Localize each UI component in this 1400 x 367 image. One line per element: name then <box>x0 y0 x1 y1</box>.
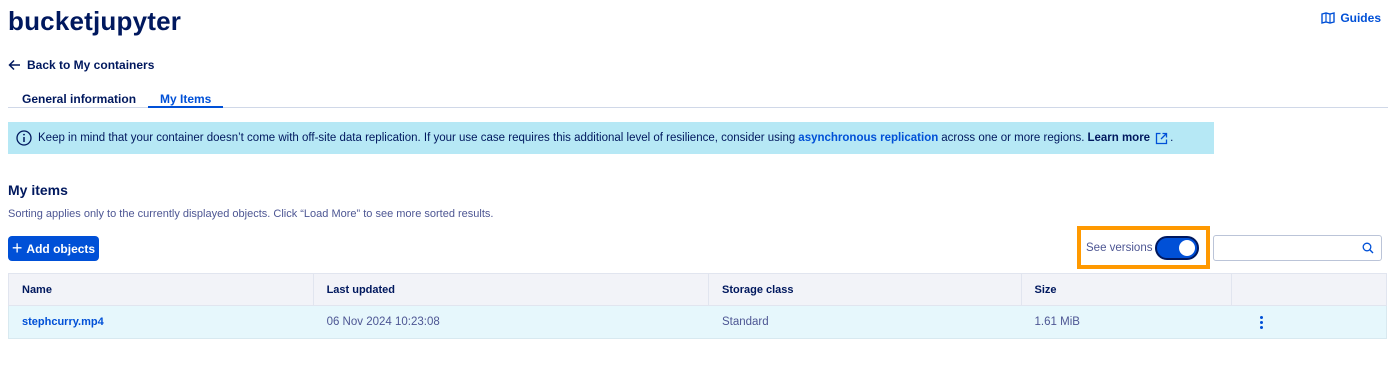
banner-end: . <box>1170 132 1174 144</box>
column-header-name[interactable]: Name <box>9 274 314 305</box>
info-banner: Keep in mind that your container doesn’t… <box>8 122 1214 154</box>
book-icon <box>1321 12 1336 24</box>
tab-bar: General information My Items <box>8 86 1388 108</box>
item-last-updated: 06 Nov 2024 10:23:08 <box>326 316 440 328</box>
row-actions-cell <box>1232 306 1386 338</box>
item-name-link[interactable]: stephcurry.mp4 <box>9 306 314 338</box>
tab-general-information[interactable]: General information <box>10 86 148 108</box>
see-versions-label: See versions <box>1086 241 1153 254</box>
async-replication-link[interactable]: asynchronous replication <box>798 132 938 144</box>
arrow-left-icon <box>8 59 20 71</box>
back-to-containers-link[interactable]: Back to My containers <box>8 58 154 72</box>
back-link-label: Back to My containers <box>27 58 155 72</box>
column-header-actions <box>1232 274 1386 305</box>
page-title: bucketjupyter <box>8 6 182 36</box>
table-header: Name Last updated Storage class Size <box>8 273 1387 306</box>
plus-icon: + <box>11 237 23 258</box>
column-header-storage-class[interactable]: Storage class <box>709 274 1022 305</box>
external-link-icon <box>1155 132 1168 144</box>
item-storage-class: Standard <box>721 316 769 328</box>
add-objects-button[interactable]: + Add objects <box>8 236 99 261</box>
add-objects-label: Add objects <box>26 241 96 256</box>
column-header-size[interactable]: Size <box>1022 274 1233 305</box>
see-versions-toggle[interactable] <box>1155 235 1200 260</box>
item-size: 1.61 MiB <box>1034 316 1080 328</box>
tab-my-items[interactable]: My Items <box>148 86 224 108</box>
table-row: stephcurry.mp4 06 Nov 2024 10:23:08 Stan… <box>8 306 1387 339</box>
more-actions-icon[interactable] <box>1251 312 1271 332</box>
info-icon <box>16 130 32 146</box>
banner-text-after: across one or more regions. <box>941 132 1085 144</box>
section-subtitle: Sorting applies only to the currently di… <box>8 208 494 220</box>
guides-link[interactable]: Guides <box>1321 11 1381 25</box>
banner-text: Keep in mind that your container doesn’t… <box>38 132 796 144</box>
search-input[interactable] <box>1213 235 1382 261</box>
learn-more-link[interactable]: Learn more <box>1087 132 1150 144</box>
search-icon[interactable] <box>1362 242 1374 254</box>
items-table: Name Last updated Storage class Size ste… <box>8 273 1387 339</box>
toggle-knob <box>1179 239 1196 256</box>
guides-label: Guides <box>1340 11 1381 25</box>
column-header-last-updated[interactable]: Last updated <box>314 274 709 305</box>
see-versions-highlight: See versions <box>1077 226 1210 269</box>
section-title: My items <box>8 182 68 198</box>
